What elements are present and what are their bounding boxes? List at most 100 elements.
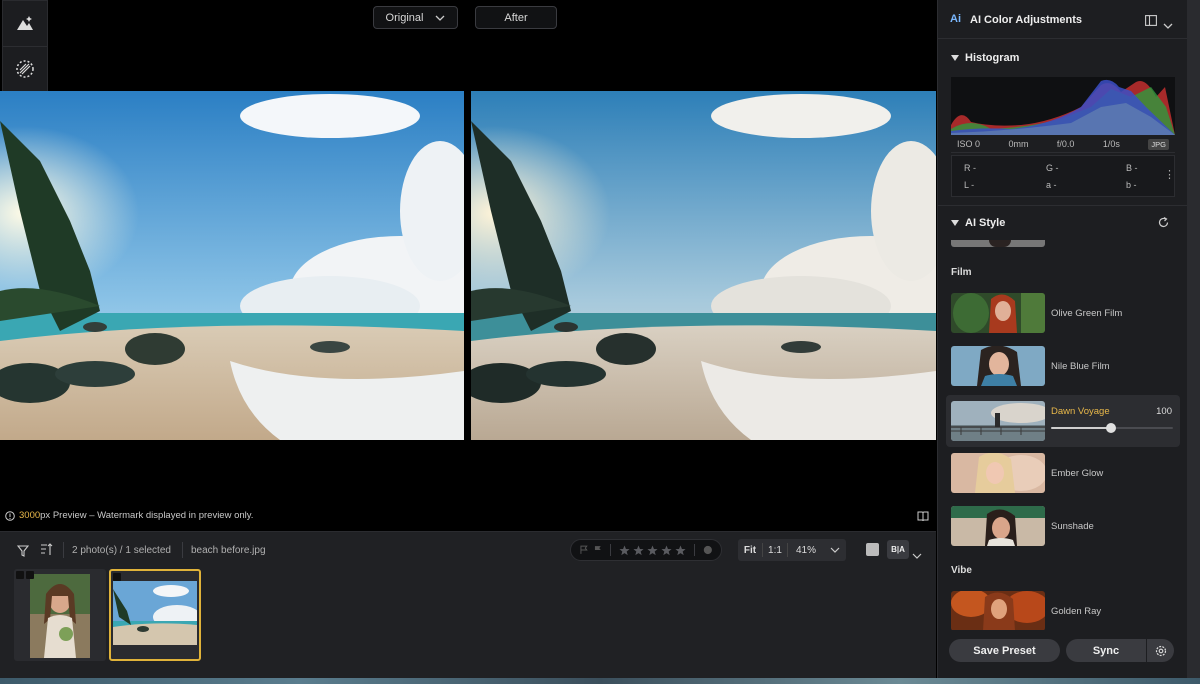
- golden-ray-thumbnail: [951, 591, 1045, 631]
- fit-button[interactable]: Fit: [738, 545, 762, 556]
- style-label: Olive Green Film: [1051, 307, 1123, 319]
- style-sunshade[interactable]: Sunshade: [946, 502, 1180, 550]
- zoom-controls: Fit 1:1 41%: [738, 539, 846, 561]
- exif-row: ISO 0 0mm f/0.0 1/0s JPG: [951, 136, 1175, 153]
- group-vibe-label: Vibe: [951, 565, 972, 576]
- style-nile-blue-film[interactable]: Nile Blue Film: [946, 342, 1180, 390]
- portrait-thumbnail-image: [30, 574, 90, 658]
- style-ember-glow[interactable]: Ember Glow: [946, 449, 1180, 497]
- texture-tool-button[interactable]: [3, 46, 47, 90]
- reset-icon: [1158, 216, 1169, 228]
- preview-note-text: px Preview – Watermark displayed in prev…: [40, 510, 254, 521]
- style-amount-value: 100: [1156, 406, 1172, 417]
- original-label: Original: [385, 11, 424, 24]
- lab-b-value: b -: [1126, 180, 1137, 190]
- dotted-circle-icon: [16, 59, 34, 78]
- mountain-ai-tool-button[interactable]: [3, 1, 47, 45]
- ai-style-title: AI Style: [965, 217, 1006, 229]
- save-preset-button[interactable]: Save Preset: [949, 639, 1060, 662]
- book-view-button[interactable]: [917, 509, 929, 527]
- gear-icon: [1155, 645, 1166, 656]
- slider-fill: [1051, 427, 1111, 429]
- preview-note: 3000px Preview – Watermark displayed in …: [5, 510, 253, 521]
- format-badge: JPG: [1148, 138, 1169, 150]
- shutter-value: 1/0s: [1102, 139, 1120, 149]
- star-icon[interactable]: [633, 545, 644, 556]
- star-rating[interactable]: [619, 545, 686, 556]
- star-icon[interactable]: [647, 545, 658, 556]
- style-label: Ember Glow: [1051, 467, 1104, 479]
- desktop-strip: [0, 678, 1200, 684]
- style-thumbnail-partial[interactable]: [951, 240, 1045, 247]
- histogram-header[interactable]: Histogram: [951, 52, 1019, 64]
- original-photo[interactable]: [0, 91, 464, 440]
- dawn-voyage-thumbnail: [951, 401, 1045, 441]
- more-options-icon[interactable]: ⋮: [1164, 168, 1175, 181]
- collapse-triangle-icon: [951, 55, 959, 61]
- star-icon[interactable]: [661, 545, 672, 556]
- selection-count: 2 photo(s) / 1 selected: [72, 545, 171, 556]
- beach-photo-original: [0, 91, 464, 440]
- style-olive-green-film[interactable]: Olive Green Film: [946, 289, 1180, 337]
- style-label-selected: Dawn Voyage: [1051, 406, 1110, 417]
- reject-flag-icon[interactable]: [593, 545, 603, 555]
- focal-length-value: 0mm: [1008, 139, 1029, 149]
- before-after-view-button[interactable]: B|A: [887, 540, 909, 559]
- filter-button[interactable]: [16, 544, 30, 562]
- mountain-ai-icon: [17, 16, 33, 30]
- divider: [63, 542, 64, 558]
- single-view-button[interactable]: [866, 543, 879, 556]
- reset-style-button[interactable]: [1157, 216, 1170, 234]
- divider: [182, 542, 183, 558]
- ai-badge-icon: Ai: [950, 13, 961, 25]
- window-edge: [1187, 0, 1200, 684]
- info-icon: [5, 510, 15, 521]
- after-button[interactable]: After: [475, 6, 557, 29]
- sync-settings-button[interactable]: [1147, 639, 1174, 662]
- olive-green-film-thumbnail: [951, 293, 1045, 333]
- chevron-down-icon: [435, 15, 445, 21]
- g-value: G -: [1046, 163, 1059, 173]
- filmstrip-panel: 2 photo(s) / 1 selected beach before.jpg…: [0, 531, 936, 678]
- adjusted-badge-icon: [26, 571, 34, 579]
- group-film-label: Film: [951, 267, 972, 278]
- ember-glow-thumbnail: [951, 453, 1045, 493]
- current-filename: beach before.jpg: [191, 545, 266, 556]
- one-to-one-button[interactable]: 1:1: [763, 545, 787, 556]
- book-icon: [917, 511, 929, 522]
- a-value: a -: [1046, 180, 1057, 190]
- original-dropdown[interactable]: Original: [373, 6, 458, 29]
- style-golden-ray[interactable]: Golden Ray: [946, 587, 1180, 635]
- chevron-down-icon: [1163, 23, 1173, 29]
- style-amount-slider[interactable]: [1051, 423, 1173, 433]
- style-dawn-voyage-selected[interactable]: Dawn Voyage 100: [946, 395, 1180, 447]
- after-photo[interactable]: [471, 91, 936, 440]
- panel-menu-dropdown[interactable]: [1163, 16, 1173, 34]
- star-icon[interactable]: [675, 545, 686, 556]
- ai-style-header[interactable]: AI Style: [951, 217, 1005, 229]
- flag-icon[interactable]: [579, 545, 589, 555]
- color-label-icon[interactable]: [703, 545, 713, 555]
- histogram-chart: [951, 79, 1175, 135]
- collapse-triangle-icon: [951, 220, 959, 226]
- l-value: L -: [964, 180, 975, 190]
- nile-blue-film-thumbnail: [951, 346, 1045, 386]
- star-icon[interactable]: [619, 545, 630, 556]
- r-value: R -: [964, 163, 976, 173]
- sync-button[interactable]: Sync: [1066, 639, 1146, 662]
- histogram-graph: [951, 77, 1175, 135]
- view-mode-dropdown[interactable]: [912, 546, 922, 564]
- sort-button[interactable]: [40, 543, 54, 561]
- slider-handle[interactable]: [1106, 423, 1116, 433]
- after-label: After: [504, 11, 528, 24]
- edited-badge-icon: [16, 571, 24, 579]
- b-value: B -: [1126, 163, 1138, 173]
- chevron-down-icon: [830, 547, 840, 553]
- app-window: Original After 3000px Preview – Watermar…: [0, 0, 1200, 684]
- panel-layout-button[interactable]: [1145, 13, 1157, 31]
- thumbnail-beach-selected[interactable]: [109, 569, 201, 661]
- histogram-title: Histogram: [965, 52, 1020, 64]
- thumbnail-portrait[interactable]: [14, 569, 106, 661]
- zoom-dropdown[interactable]: 41%: [788, 545, 846, 556]
- filter-icon: [16, 545, 30, 557]
